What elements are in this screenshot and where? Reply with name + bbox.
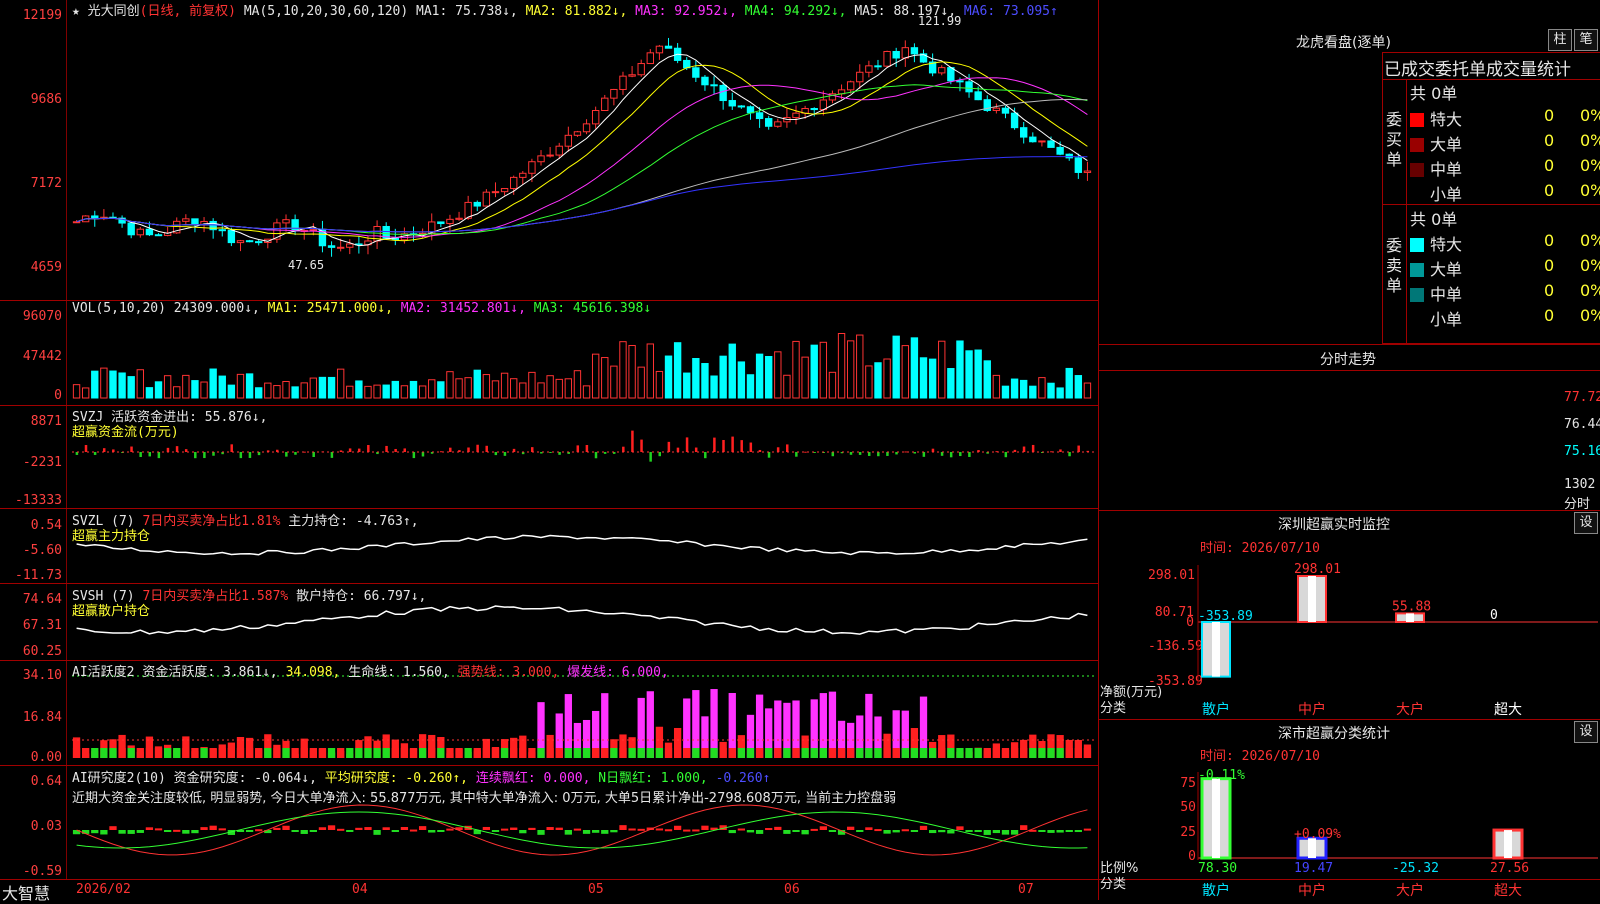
- classify-bar-chart: -0.11% +0.09% 78.30 19.47 -25.32 27.56: [1197, 768, 1598, 876]
- classify-value-label: -25.32: [1392, 861, 1439, 876]
- classify-bar-highlight-0: [1212, 778, 1220, 858]
- classify-category-label: 散户: [1202, 883, 1230, 899]
- classify-category-label: 中户: [1298, 883, 1326, 899]
- classify-value-label: 78.30: [1198, 861, 1237, 876]
- classify-category-label: 大户: [1396, 883, 1424, 899]
- classify-value-label: 19.47: [1294, 861, 1333, 876]
- classify-value-label: 27.56: [1490, 861, 1529, 876]
- classify-top-label: -0.11%: [1198, 768, 1245, 783]
- classify-category-label: 超大: [1494, 883, 1522, 899]
- classify-bar-highlight-3: [1504, 830, 1512, 858]
- classify-top-label: +0.09%: [1294, 827, 1341, 842]
